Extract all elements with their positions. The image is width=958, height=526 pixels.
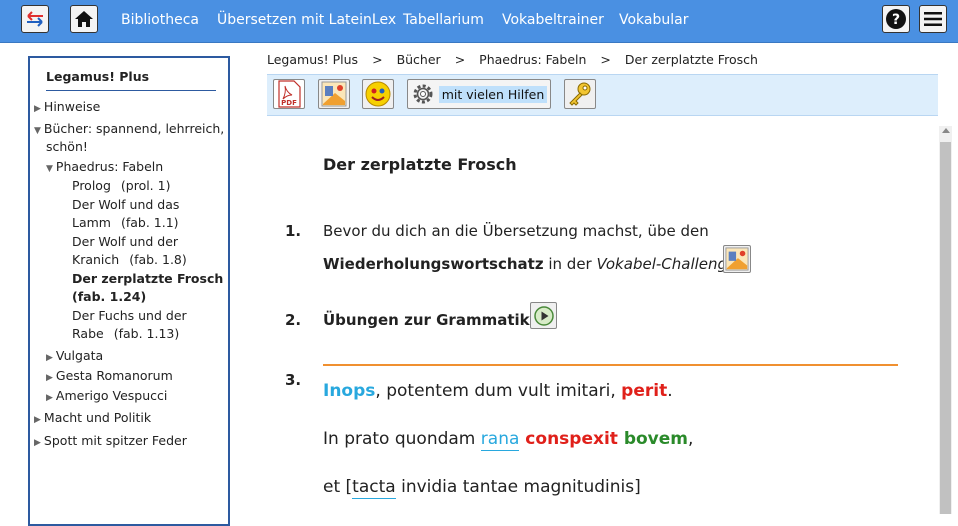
sidebar-item-amerigo[interactable]: ▶ Amerigo Vespucci (46, 387, 167, 407)
pdf-icon: PDF (278, 80, 301, 108)
svg-text:PDF: PDF (281, 99, 297, 107)
smiley-icon (365, 81, 391, 107)
orange-divider (323, 364, 898, 366)
nav-link-vokabeltrainer[interactable]: Vokabeltrainer (502, 12, 604, 28)
sidebar-item-wolf-lamm-line2[interactable]: Lamm (fab. 1.1) (72, 214, 179, 232)
nav-link-lateinlex[interactable]: Übersetzen mit LateinLex (217, 12, 396, 28)
nav-link-vokabular[interactable]: Vokabular (619, 12, 688, 28)
sidebar-item-frosch-active[interactable]: Der zerplatzte Frosch (72, 270, 223, 288)
latin-line-1: Inops, potentem dum vult imitari, perit. (323, 381, 673, 401)
vocab-challenge-icon (725, 247, 749, 271)
step-number: 1. (285, 222, 302, 240)
collapse-arrow-icon[interactable]: ▼ (34, 126, 41, 136)
collapse-arrow-icon[interactable]: ▼ (46, 164, 53, 174)
grammar-play-button[interactable] (530, 302, 557, 329)
sidebar-item-wolf-lamm[interactable]: Der Wolf und das (72, 196, 179, 214)
top-nav-bar: Bibliotheca Übersetzen mit LateinLex Tab… (0, 0, 958, 43)
hilfen-label: mit vielen Hilfen (438, 85, 548, 103)
breadcrumb: Legamus! Plus > Bücher > Phaedrus: Fabeln > De… (267, 52, 758, 67)
vocab-challenge-button[interactable] (318, 79, 350, 109)
sidebar-item-wolf-kranich-line2[interactable]: Kranich (fab. 1.8) (72, 251, 187, 269)
sidebar-item-fuchs-line2[interactable]: Rabe (fab. 1.13) (72, 325, 179, 343)
nav-link-tabellarium[interactable]: Tabellarium (403, 12, 484, 28)
latin-line-3: et [tacta invidia tantae magnitudinis] (323, 477, 641, 499)
vocab-challenge-icon (321, 81, 347, 107)
sidebar-item-frosch-active-line2[interactable]: (fab. 1.24) (72, 288, 146, 306)
latin-word[interactable]: perit (621, 381, 667, 401)
swap-arrows-icon[interactable] (21, 5, 49, 33)
sidebar-item-fuchs[interactable]: Der Fuchs und der (72, 307, 187, 325)
play-icon (533, 305, 554, 326)
sidebar-item-macht[interactable]: ▶ Macht und Politik (34, 409, 151, 429)
inline-vocab-challenge-button[interactable] (723, 245, 751, 273)
latin-word[interactable]: rana (480, 429, 520, 451)
scrollbar-thumb[interactable] (940, 142, 951, 514)
sidebar-item-buecher[interactable]: ▼ Bücher: spannend, lehrreich, (34, 120, 224, 140)
question-mark-icon: ? (886, 9, 906, 29)
sidebar-item-prolog[interactable]: Prolog (prol. 1) (72, 177, 170, 195)
sidebar-item-buecher-line2[interactable]: schön! (46, 138, 88, 156)
sidebar-item-hinweise[interactable]: ▶ Hinweise (34, 98, 100, 118)
pdf-button[interactable]: PDF (273, 79, 305, 109)
page-title: Der zerplatzte Frosch (323, 155, 517, 174)
breadcrumb-separator: > (372, 52, 383, 67)
menu-button[interactable] (919, 5, 947, 33)
sidebar-item-gesta[interactable]: ▶ Gesta Romanorum (46, 367, 173, 387)
sidebar-divider (46, 90, 216, 91)
breadcrumb-item[interactable]: Bücher (397, 52, 441, 67)
home-icon[interactable] (70, 5, 98, 33)
latin-word[interactable]: conspexit (519, 429, 623, 449)
latin-line-2: In prato quondam rana conspexit bovem, (323, 429, 694, 451)
latin-word[interactable]: tacta (352, 477, 396, 499)
sidebar-title[interactable]: Legamus! Plus (46, 69, 149, 84)
hilfen-settings-button[interactable]: mit vielen Hilfen (407, 79, 551, 109)
expand-arrow-icon[interactable]: ▶ (46, 373, 53, 383)
solution-key-button[interactable] (564, 79, 596, 109)
gear-icon (413, 84, 433, 104)
tool-bar: PDF mit vielen Hilfen (267, 74, 938, 116)
breadcrumb-item[interactable]: Phaedrus: Fabeln (479, 52, 586, 67)
breadcrumb-item[interactable]: Legamus! Plus (267, 52, 358, 67)
breadcrumb-separator: > (454, 52, 466, 67)
expand-arrow-icon[interactable]: ▶ (34, 415, 41, 425)
hamburger-menu-icon (924, 12, 942, 26)
step1-bold: Wiederholungswortschatz (323, 255, 544, 273)
sidebar-item-phaedrus[interactable]: ▼ Phaedrus: Fabeln (46, 158, 163, 178)
expand-arrow-icon[interactable]: ▶ (34, 438, 41, 448)
key-icon (569, 82, 591, 106)
nav-link-bibliotheca[interactable]: Bibliotheca (121, 12, 199, 28)
latin-word[interactable]: Inops (323, 381, 375, 401)
step2-text: Übungen zur Grammatik (323, 311, 530, 329)
expand-arrow-icon[interactable]: ▶ (34, 104, 41, 114)
step1-text-line2: Wiederholungswortschatz in der Vokabel-C… (323, 255, 737, 273)
sidebar-item-vulgata[interactable]: ▶ Vulgata (46, 347, 103, 367)
svg-text:?: ? (892, 12, 900, 28)
vokabel-challenge-link[interactable]: Vokabel-Challenge (597, 255, 737, 273)
help-button[interactable]: ? (882, 5, 910, 33)
step-number: 3. (285, 371, 302, 389)
scroll-up-icon[interactable] (942, 128, 950, 133)
latin-word[interactable]: bovem (624, 429, 688, 449)
sidebar-item-spott[interactable]: ▶ Spott mit spitzer Feder (34, 432, 187, 452)
expand-arrow-icon[interactable]: ▶ (46, 393, 53, 403)
quiz-smiley-button[interactable] (362, 79, 394, 109)
breadcrumb-current: Der zerplatzte Frosch (624, 52, 758, 67)
step1-text: Bevor du dich an die Übersetzung machst,… (323, 222, 709, 240)
breadcrumb-separator: > (600, 52, 611, 67)
sidebar-tree: Legamus! Plus ▶ Hinweise ▼ Bücher: spannen… (28, 56, 230, 526)
expand-arrow-icon[interactable]: ▶ (46, 353, 53, 363)
step-number: 2. (285, 311, 302, 329)
content-scrollbar[interactable] (939, 126, 952, 514)
sidebar-item-wolf-kranich[interactable]: Der Wolf und der (72, 233, 178, 251)
